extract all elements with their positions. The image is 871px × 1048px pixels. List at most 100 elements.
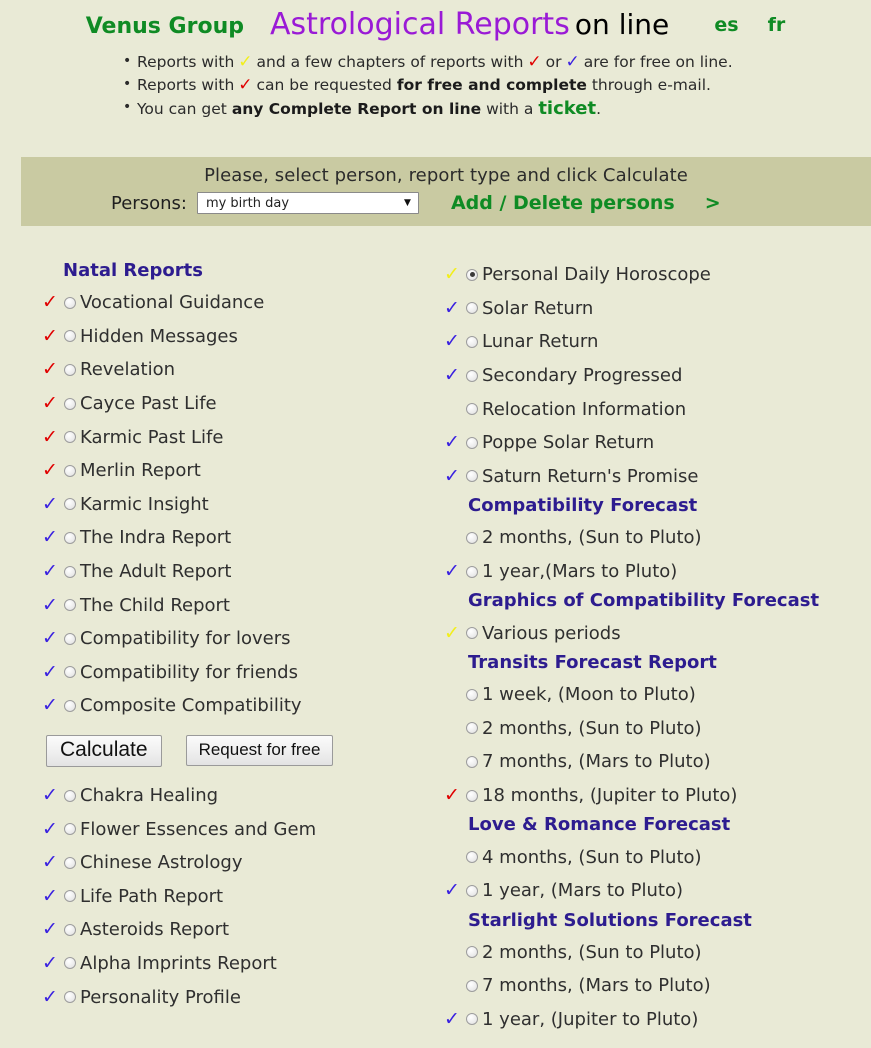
report-option-secondary-progressed[interactable]: ✓ Secondary Progressed <box>444 359 871 393</box>
radio-life-path-report[interactable] <box>64 890 76 903</box>
report-option-chinese-astrology[interactable]: ✓ Chinese Astrology <box>42 846 442 880</box>
report-option-label: Composite Compatibility <box>80 695 302 717</box>
radio-merlin-report[interactable] <box>64 464 76 477</box>
calculate-button[interactable]: Calculate <box>46 734 162 767</box>
radio-1-week-moon-to-pluto[interactable] <box>466 688 478 701</box>
blue-check-icon: ✓ <box>42 784 58 807</box>
radio-the-indra-report[interactable] <box>64 531 76 544</box>
radio-alpha-imprints-report[interactable] <box>64 957 76 970</box>
report-option-cayce-past-life[interactable]: ✓ Cayce Past Life <box>42 387 442 421</box>
radio-vocational-guidance[interactable] <box>64 296 76 309</box>
radio-cayce-past-life[interactable] <box>64 397 76 410</box>
report-option-the-child-report[interactable]: ✓ The Child Report <box>42 588 442 622</box>
radio-lunar-return[interactable] <box>466 335 478 348</box>
request-for-free-button[interactable]: Request for free <box>185 735 334 767</box>
report-option-label: 4 months, (Sun to Pluto) <box>482 846 702 868</box>
report-option-label: The Child Report <box>80 594 230 616</box>
report-option-revelation[interactable]: ✓ Revelation <box>42 353 442 387</box>
right-report-column: ✓ Personal Daily Horoscope ✓ Solar Return ✓ L… <box>444 258 871 1036</box>
radio-the-adult-report[interactable] <box>64 565 76 578</box>
radio-chakra-healing[interactable] <box>64 789 76 802</box>
report-option-composite-compatibility[interactable]: ✓ Composite Compatibility <box>42 689 442 723</box>
note2-part-c: through e-mail. <box>591 76 711 94</box>
report-option-saturn-return-s-promise[interactable]: ✓ Saturn Return's Promise <box>444 460 871 494</box>
report-option-compatibility-for-friends[interactable]: ✓ Compatibility for friends <box>42 656 442 690</box>
language-link-es[interactable]: es <box>714 14 738 36</box>
radio-revelation[interactable] <box>64 363 76 376</box>
radio-compatibility-for-friends[interactable] <box>64 666 76 679</box>
radio-4-months-sun-to-pluto[interactable] <box>466 851 478 864</box>
report-option-karmic-past-life[interactable]: ✓ Karmic Past Life <box>42 420 442 454</box>
report-option-vocational-guidance[interactable]: ✓ Vocational Guidance <box>42 286 442 320</box>
report-option-lunar-return[interactable]: ✓ Lunar Return <box>444 325 871 359</box>
radio-poppe-solar-return[interactable] <box>466 436 478 449</box>
report-option-label: Asteroids Report <box>80 919 230 941</box>
radio-1-year-mars-to-pluto[interactable] <box>466 884 478 897</box>
radio-2-months-sun-to-pluto[interactable] <box>466 722 478 735</box>
radio-flower-essences-and-gem[interactable] <box>64 823 76 836</box>
language-link-fr[interactable]: fr <box>768 14 786 36</box>
radio-1-year-jupiter-to-pluto[interactable] <box>466 1013 478 1026</box>
radio-karmic-insight[interactable] <box>64 498 76 511</box>
report-option-7-months-mars-to-pluto[interactable]: 7 months, (Mars to Pluto) <box>444 745 871 779</box>
radio-asteroids-report[interactable] <box>64 923 76 936</box>
report-option-1-year-jupiter-to-pluto[interactable]: ✓ 1 year, (Jupiter to Pluto) <box>444 1003 871 1037</box>
radio-relocation-information[interactable] <box>466 403 478 416</box>
radio-2-months-sun-to-pluto[interactable] <box>466 531 478 544</box>
report-option-1-week-moon-to-pluto[interactable]: 1 week, (Moon to Pluto) <box>444 678 871 712</box>
radio-18-months-jupiter-to-pluto[interactable] <box>466 789 478 802</box>
blue-check-icon: ✓ <box>444 560 460 583</box>
report-option-7-months-mars-to-pluto[interactable]: 7 months, (Mars to Pluto) <box>444 969 871 1003</box>
report-option-label: Relocation Information <box>482 398 687 420</box>
radio-personal-daily-horoscope[interactable] <box>466 268 478 281</box>
radio-secondary-progressed[interactable] <box>466 369 478 382</box>
add-delete-persons-link[interactable]: Add / Delete persons <box>451 192 675 214</box>
radio-hidden-messages[interactable] <box>64 330 76 343</box>
radio-composite-compatibility[interactable] <box>64 699 76 712</box>
report-option-1-year-mars-to-pluto[interactable]: ✓ 1 year, (Mars to Pluto) <box>444 874 871 908</box>
blue-check-icon: ✓ <box>42 593 58 616</box>
report-option-2-months-sun-to-pluto[interactable]: 2 months, (Sun to Pluto) <box>444 712 871 746</box>
radio-various-periods[interactable] <box>466 627 478 640</box>
ticket-link[interactable]: ticket <box>538 98 596 119</box>
persons-dropdown[interactable]: my birth day ▼ <box>196 192 419 214</box>
report-option-asteroids-report[interactable]: ✓ Asteroids Report <box>42 913 442 947</box>
radio-personality-profile[interactable] <box>64 991 76 1004</box>
report-option-merlin-report[interactable]: ✓ Merlin Report <box>42 454 442 488</box>
report-option-life-path-report[interactable]: ✓ Life Path Report <box>42 880 442 914</box>
radio-2-months-sun-to-pluto[interactable] <box>466 946 478 959</box>
note-item: Reports with✓and a few chapters of repor… <box>123 50 871 74</box>
radio-7-months-mars-to-pluto[interactable] <box>466 979 478 992</box>
report-option-flower-essences-and-gem[interactable]: ✓ Flower Essences and Gem <box>42 812 442 846</box>
report-option-the-adult-report[interactable]: ✓ The Adult Report <box>42 555 442 589</box>
report-option-18-months-jupiter-to-pluto[interactable]: ✓ 18 months, (Jupiter to Pluto) <box>444 779 871 813</box>
report-option-the-indra-report[interactable]: ✓ The Indra Report <box>42 521 442 555</box>
radio-chinese-astrology[interactable] <box>64 856 76 869</box>
report-option-personality-profile[interactable]: ✓ Personality Profile <box>42 980 442 1014</box>
radio-the-child-report[interactable] <box>64 599 76 612</box>
radio-saturn-return-s-promise[interactable] <box>466 470 478 483</box>
radio-solar-return[interactable] <box>466 302 478 315</box>
report-option-alpha-imprints-report[interactable]: ✓ Alpha Imprints Report <box>42 947 442 981</box>
blue-check-icon: ✓ <box>444 330 460 353</box>
report-option-personal-daily-horoscope[interactable]: ✓ Personal Daily Horoscope <box>444 258 871 292</box>
report-option-poppe-solar-return[interactable]: ✓ Poppe Solar Return <box>444 426 871 460</box>
report-option-label: 2 months, (Sun to Pluto) <box>482 717 702 739</box>
report-option-hidden-messages[interactable]: ✓ Hidden Messages <box>42 320 442 354</box>
report-option-solar-return[interactable]: ✓ Solar Return <box>444 292 871 326</box>
report-option-compatibility-for-lovers[interactable]: ✓ Compatibility for lovers <box>42 622 442 656</box>
report-option-2-months-sun-to-pluto[interactable]: 2 months, (Sun to Pluto) <box>444 936 871 970</box>
radio-7-months-mars-to-pluto[interactable] <box>466 755 478 768</box>
next-arrow-link[interactable]: > <box>705 192 721 214</box>
radio-compatibility-for-lovers[interactable] <box>64 632 76 645</box>
report-option-2-months-sun-to-pluto[interactable]: 2 months, (Sun to Pluto) <box>444 521 871 555</box>
radio-karmic-past-life[interactable] <box>64 431 76 444</box>
report-option-karmic-insight[interactable]: ✓ Karmic Insight <box>42 488 442 522</box>
report-option-label: Revelation <box>80 359 176 381</box>
report-option-various-periods[interactable]: ✓ Various periods <box>444 616 871 650</box>
report-option-1-year-mars-to-pluto[interactable]: ✓ 1 year,(Mars to Pluto) <box>444 555 871 589</box>
report-option-relocation-information[interactable]: Relocation Information <box>444 392 871 426</box>
radio-1-year-mars-to-pluto[interactable] <box>466 565 478 578</box>
report-option-chakra-healing[interactable]: ✓ Chakra Healing <box>42 779 442 813</box>
report-option-4-months-sun-to-pluto[interactable]: 4 months, (Sun to Pluto) <box>444 840 871 874</box>
